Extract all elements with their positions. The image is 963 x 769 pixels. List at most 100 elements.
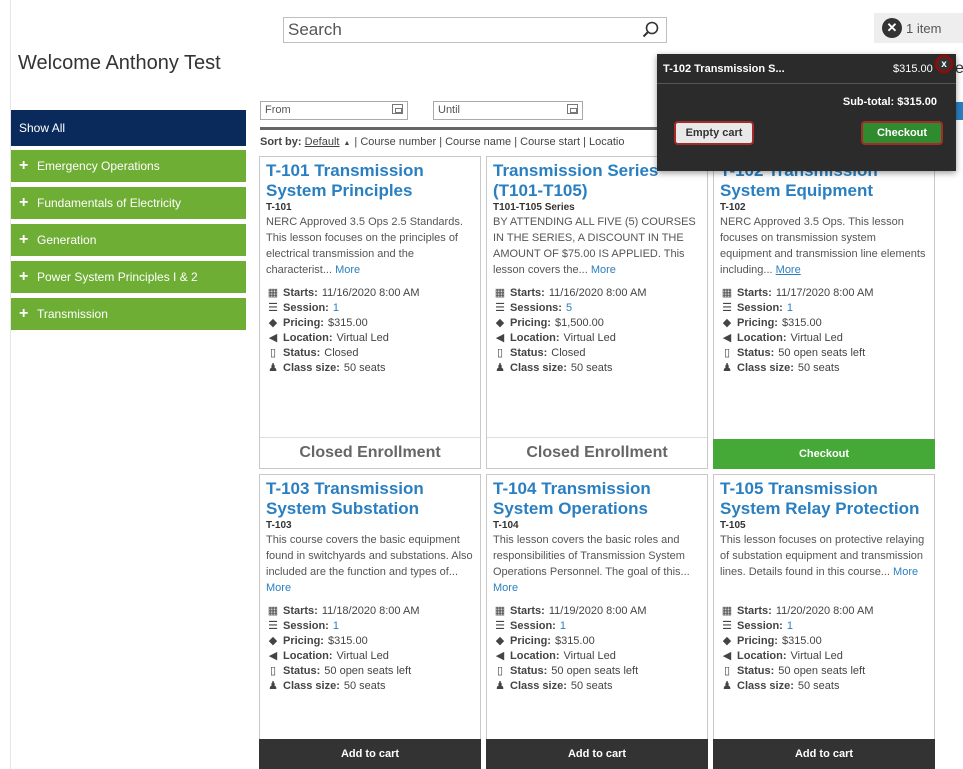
closed-enrollment-label: Closed Enrollment — [487, 437, 707, 468]
cart-item-name[interactable]: T-102 Transmission S... — [663, 63, 785, 75]
course-code: T-104 — [493, 520, 519, 531]
from-date-label: From — [265, 104, 291, 116]
book-icon: ▯ — [269, 347, 277, 359]
course-card: T-102 Transmission System Equipment T-10… — [713, 156, 935, 469]
cart-checkout-button[interactable]: Checkout — [861, 121, 943, 145]
course-meta: ▦ Starts: 11/18/2020 8:00 AM ☰ Session: 1 ◆ P… — [267, 605, 420, 692]
sidebar-item-power-system-principles[interactable]: + Power System Principles I & 2 — [11, 261, 246, 293]
course-title[interactable]: T-104 Transmission System Operations — [493, 479, 702, 519]
tag-icon: ◆ — [268, 635, 278, 647]
course-description: This lesson focuses on protective relayi… — [720, 534, 925, 578]
search-input[interactable] — [288, 19, 628, 41]
sidebar-item-label: Transmission — [37, 307, 108, 321]
calendar-icon[interactable] — [567, 104, 578, 114]
remove-item-icon[interactable]: x — [935, 55, 953, 73]
sort-bar: Sort by: Default ▲ | Course number | Cours… — [260, 127, 670, 148]
add-to-cart-button[interactable]: Add to cart — [259, 739, 481, 769]
course-meta: ▦ Starts: 11/16/2020 8:00 AM ☰ Session: 1 ◆ P… — [267, 287, 420, 374]
more-link[interactable]: More — [893, 566, 918, 578]
until-date-input[interactable]: Until — [433, 101, 583, 120]
course-code: T101-T105 Series — [493, 202, 575, 213]
list-icon: ☰ — [268, 302, 278, 314]
location-arrow-icon: ◀ — [495, 332, 505, 344]
users-icon: ♟ — [495, 680, 505, 692]
list-icon: ☰ — [722, 620, 732, 632]
course-meta: ▦ Starts: 11/17/2020 8:00 AM ☰ Session: 1 ◆ P… — [721, 287, 874, 374]
course-code: T-105 — [720, 520, 746, 531]
course-description: NERC Approved 3.5 Ops 2.5 Standards. Thi… — [266, 216, 463, 276]
calendar-icon: ▦ — [721, 605, 733, 617]
calendar-icon: ▦ — [721, 287, 733, 299]
calendar-icon[interactable] — [392, 104, 403, 114]
add-to-cart-button[interactable]: Add to cart — [713, 739, 935, 769]
list-icon: ☰ — [722, 302, 732, 314]
checkout-button[interactable]: Checkout — [713, 439, 935, 469]
course-code: T-101 — [266, 202, 292, 213]
book-icon: ▯ — [723, 347, 731, 359]
closed-enrollment-label: Closed Enrollment — [260, 437, 480, 468]
book-icon: ▯ — [496, 347, 504, 359]
sidebar-item-show-all[interactable]: Show All — [11, 110, 246, 146]
clipped-blue-button-edge — [955, 102, 963, 120]
more-link[interactable]: More — [335, 264, 360, 276]
course-meta: ▦ Starts: 11/20/2020 8:00 AM ☰ Session: 1 ◆ P… — [721, 605, 874, 692]
sidebar-item-label: Fundamentals of Electricity — [37, 196, 182, 210]
sort-default-link[interactable]: Default — [305, 136, 340, 148]
course-card: T-101 Transmission System Principles T-1… — [259, 156, 481, 469]
course-code: T-102 — [720, 202, 746, 213]
course-card: T-103 Transmission System Substation T-1… — [259, 474, 481, 769]
empty-cart-button[interactable]: Empty cart — [674, 121, 754, 145]
sort-label: Sort by: — [260, 136, 302, 148]
sidebar-item-emergency-operations[interactable]: + Emergency Operations — [11, 150, 246, 182]
search-icon[interactable] — [642, 21, 660, 44]
users-icon: ♟ — [268, 680, 278, 692]
plus-icon: + — [19, 157, 29, 174]
add-to-cart-button[interactable]: Add to cart — [486, 739, 708, 769]
calendar-icon: ▦ — [494, 287, 506, 299]
plus-icon: + — [19, 194, 29, 211]
course-title[interactable]: T-101 Transmission System Principles — [266, 161, 475, 201]
cart-button[interactable]: ✕ 1 item — [874, 13, 963, 43]
cart-close-icon: ✕ — [882, 18, 902, 38]
tag-icon: ◆ — [722, 317, 732, 329]
sidebar-item-transmission[interactable]: + Transmission — [11, 298, 246, 330]
course-meta: ▦ Starts: 11/16/2020 8:00 AM ☰ Sessions: 5 ◆… — [494, 287, 647, 374]
more-link[interactable]: More — [266, 582, 291, 594]
clipped-text-fragment: es — [955, 60, 963, 77]
sidebar-item-label: Power System Principles I & 2 — [37, 270, 198, 284]
course-description: This course covers the basic equipment f… — [266, 534, 473, 594]
sidebar-item-fundamentals-of-electricity[interactable]: + Fundamentals of Electricity — [11, 187, 246, 219]
calendar-icon: ▦ — [494, 605, 506, 617]
sort-options[interactable]: | Course number | Course name | Course s… — [354, 136, 624, 148]
sort-asc-icon: ▲ — [343, 140, 351, 147]
more-link[interactable]: More — [776, 264, 801, 276]
list-icon: ☰ — [495, 620, 505, 632]
course-card: T-104 Transmission System Operations T-1… — [486, 474, 708, 769]
sidebar-item-generation[interactable]: + Generation — [11, 224, 246, 256]
plus-icon: + — [19, 268, 29, 285]
list-icon: ☰ — [495, 302, 505, 314]
calendar-icon: ▦ — [267, 605, 279, 617]
list-icon: ☰ — [268, 620, 278, 632]
course-title[interactable]: T-103 Transmission System Substation — [266, 479, 475, 519]
course-description: NERC Approved 3.5 Ops. This lesson focus… — [720, 216, 926, 276]
from-date-input[interactable]: From — [260, 101, 408, 120]
location-arrow-icon: ◀ — [268, 650, 278, 662]
location-arrow-icon: ◀ — [495, 650, 505, 662]
cart-item-price: $315.00 — [893, 63, 933, 75]
course-code: T-103 — [266, 520, 292, 531]
category-sidebar: Show All + Emergency Operations + Fundam… — [11, 110, 246, 335]
sidebar-item-label: Show All — [19, 121, 66, 135]
book-icon: ▯ — [723, 665, 731, 677]
more-link[interactable]: More — [591, 264, 616, 276]
course-meta: ▦ Starts: 11/19/2020 8:00 AM ☰ Session: 1 ◆ P… — [494, 605, 647, 692]
course-title[interactable]: T-105 Transmission System Relay Protecti… — [720, 479, 929, 519]
cart-subtotal: Sub-total: $315.00 — [842, 96, 937, 108]
more-link[interactable]: More — [493, 582, 518, 594]
until-date-label: Until — [438, 104, 461, 116]
course-card: T-105 Transmission System Relay Protecti… — [713, 474, 935, 769]
tag-icon: ◆ — [722, 635, 732, 647]
tag-icon: ◆ — [495, 317, 505, 329]
search-box[interactable] — [283, 17, 667, 43]
cart-count: 1 item — [906, 20, 942, 36]
